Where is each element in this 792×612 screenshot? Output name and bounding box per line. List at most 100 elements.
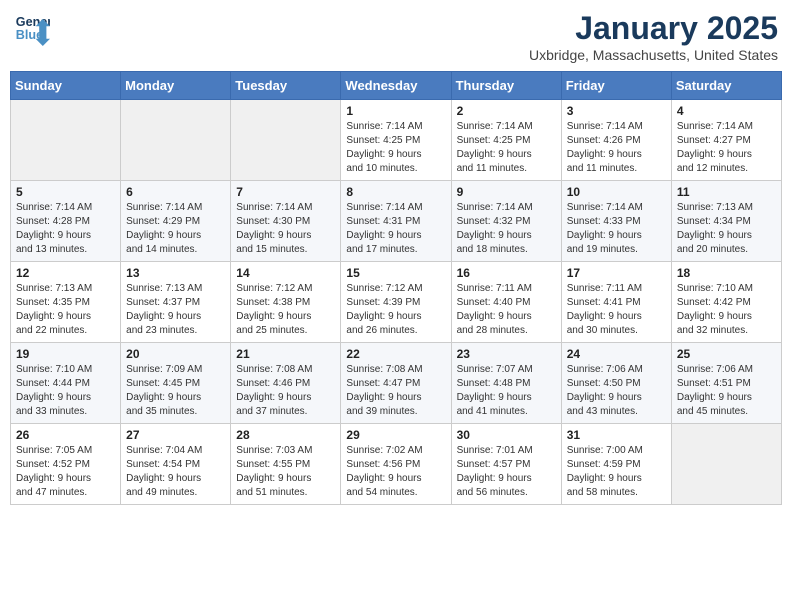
calendar-cell: 30 Sunrise: 7:01 AM Sunset: 4:57 PM Dayli… xyxy=(451,424,561,505)
day-number: 4 xyxy=(677,104,776,118)
calendar-cell: 3 Sunrise: 7:14 AM Sunset: 4:26 PM Daylig… xyxy=(561,100,671,181)
day-info: Sunrise: 7:01 AM Sunset: 4:57 PM Dayligh… xyxy=(457,444,556,500)
day-info: Sunrise: 7:14 AM Sunset: 4:26 PM Dayligh… xyxy=(567,120,666,176)
calendar-week-row: 1 Sunrise: 7:14 AM Sunset: 4:25 PM Daylig… xyxy=(11,100,782,181)
day-info: Sunrise: 7:13 AM Sunset: 4:35 PM Dayligh… xyxy=(16,282,115,338)
day-info: Sunrise: 7:00 AM Sunset: 4:59 PM Dayligh… xyxy=(567,444,666,500)
location: Uxbridge, Massachusetts, United States xyxy=(529,47,778,63)
day-number: 20 xyxy=(126,347,225,361)
day-number: 11 xyxy=(677,185,776,199)
day-info: Sunrise: 7:02 AM Sunset: 4:56 PM Dayligh… xyxy=(346,444,445,500)
calendar-cell xyxy=(121,100,231,181)
day-info: Sunrise: 7:06 AM Sunset: 4:51 PM Dayligh… xyxy=(677,363,776,419)
day-info: Sunrise: 7:14 AM Sunset: 4:27 PM Dayligh… xyxy=(677,120,776,176)
day-info: Sunrise: 7:11 AM Sunset: 4:41 PM Dayligh… xyxy=(567,282,666,338)
calendar-cell: 5Sunrise: 7:14 AM Sunset: 4:28 PM Daylig… xyxy=(11,181,121,262)
day-number: 27 xyxy=(126,428,225,442)
calendar-cell: 26Sunrise: 7:05 AM Sunset: 4:52 PM Dayli… xyxy=(11,424,121,505)
day-info: Sunrise: 7:14 AM Sunset: 4:32 PM Dayligh… xyxy=(457,201,556,257)
calendar-cell: 7 Sunrise: 7:14 AM Sunset: 4:30 PM Daylig… xyxy=(231,181,341,262)
calendar-cell: 10Sunrise: 7:14 AM Sunset: 4:33 PM Dayli… xyxy=(561,181,671,262)
day-number: 12 xyxy=(16,266,115,280)
logo: General Blue xyxy=(14,10,50,46)
day-number: 23 xyxy=(457,347,556,361)
calendar-cell: 15 Sunrise: 7:12 AM Sunset: 4:39 PM Dayli… xyxy=(341,262,451,343)
calendar-table: SundayMondayTuesdayWednesdayThursdayFrid… xyxy=(10,71,782,505)
weekday-header-row: SundayMondayTuesdayWednesdayThursdayFrid… xyxy=(11,72,782,100)
day-info: Sunrise: 7:12 AM Sunset: 4:38 PM Dayligh… xyxy=(236,282,335,338)
calendar-week-row: 26Sunrise: 7:05 AM Sunset: 4:52 PM Dayli… xyxy=(11,424,782,505)
day-info: Sunrise: 7:14 AM Sunset: 4:25 PM Dayligh… xyxy=(346,120,445,176)
day-info: Sunrise: 7:14 AM Sunset: 4:30 PM Dayligh… xyxy=(236,201,335,257)
calendar-cell xyxy=(231,100,341,181)
day-info: Sunrise: 7:10 AM Sunset: 4:42 PM Dayligh… xyxy=(677,282,776,338)
calendar-week-row: 5Sunrise: 7:14 AM Sunset: 4:28 PM Daylig… xyxy=(11,181,782,262)
calendar-cell: 14 Sunrise: 7:12 AM Sunset: 4:38 PM Dayli… xyxy=(231,262,341,343)
day-number: 28 xyxy=(236,428,335,442)
day-number: 8 xyxy=(346,185,445,199)
day-number: 29 xyxy=(346,428,445,442)
day-number: 26 xyxy=(16,428,115,442)
day-number: 6 xyxy=(126,185,225,199)
day-info: Sunrise: 7:14 AM Sunset: 4:31 PM Dayligh… xyxy=(346,201,445,257)
weekday-header: Monday xyxy=(121,72,231,100)
weekday-header: Sunday xyxy=(11,72,121,100)
day-number: 25 xyxy=(677,347,776,361)
day-number: 1 xyxy=(346,104,445,118)
weekday-header: Thursday xyxy=(451,72,561,100)
day-number: 5 xyxy=(16,185,115,199)
day-number: 3 xyxy=(567,104,666,118)
day-number: 14 xyxy=(236,266,335,280)
title-block: January 2025 Uxbridge, Massachusetts, Un… xyxy=(529,10,778,63)
day-info: Sunrise: 7:07 AM Sunset: 4:48 PM Dayligh… xyxy=(457,363,556,419)
day-info: Sunrise: 7:10 AM Sunset: 4:44 PM Dayligh… xyxy=(16,363,115,419)
calendar-cell: 1 Sunrise: 7:14 AM Sunset: 4:25 PM Daylig… xyxy=(341,100,451,181)
day-info: Sunrise: 7:13 AM Sunset: 4:34 PM Dayligh… xyxy=(677,201,776,257)
calendar-cell: 4 Sunrise: 7:14 AM Sunset: 4:27 PM Daylig… xyxy=(671,100,781,181)
calendar-week-row: 19 Sunrise: 7:10 AM Sunset: 4:44 PM Dayli… xyxy=(11,343,782,424)
day-number: 22 xyxy=(346,347,445,361)
day-number: 24 xyxy=(567,347,666,361)
day-info: Sunrise: 7:03 AM Sunset: 4:55 PM Dayligh… xyxy=(236,444,335,500)
day-number: 30 xyxy=(457,428,556,442)
day-number: 17 xyxy=(567,266,666,280)
day-number: 2 xyxy=(457,104,556,118)
calendar-cell: 24 Sunrise: 7:06 AM Sunset: 4:50 PM Dayli… xyxy=(561,343,671,424)
calendar-cell xyxy=(11,100,121,181)
calendar-cell: 12 Sunrise: 7:13 AM Sunset: 4:35 PM Dayli… xyxy=(11,262,121,343)
weekday-header: Tuesday xyxy=(231,72,341,100)
day-number: 18 xyxy=(677,266,776,280)
day-number: 31 xyxy=(567,428,666,442)
weekday-header: Wednesday xyxy=(341,72,451,100)
day-number: 19 xyxy=(16,347,115,361)
calendar-cell: 13Sunrise: 7:13 AM Sunset: 4:37 PM Dayli… xyxy=(121,262,231,343)
calendar-cell: 20Sunrise: 7:09 AM Sunset: 4:45 PM Dayli… xyxy=(121,343,231,424)
calendar-cell: 28 Sunrise: 7:03 AM Sunset: 4:55 PM Dayli… xyxy=(231,424,341,505)
calendar-cell xyxy=(671,424,781,505)
day-info: Sunrise: 7:11 AM Sunset: 4:40 PM Dayligh… xyxy=(457,282,556,338)
calendar-cell: 27Sunrise: 7:04 AM Sunset: 4:54 PM Dayli… xyxy=(121,424,231,505)
weekday-header: Saturday xyxy=(671,72,781,100)
calendar-cell: 18 Sunrise: 7:10 AM Sunset: 4:42 PM Dayli… xyxy=(671,262,781,343)
day-info: Sunrise: 7:14 AM Sunset: 4:25 PM Dayligh… xyxy=(457,120,556,176)
day-info: Sunrise: 7:08 AM Sunset: 4:47 PM Dayligh… xyxy=(346,363,445,419)
calendar-week-row: 12 Sunrise: 7:13 AM Sunset: 4:35 PM Dayli… xyxy=(11,262,782,343)
day-number: 16 xyxy=(457,266,556,280)
calendar-cell: 16 Sunrise: 7:11 AM Sunset: 4:40 PM Dayli… xyxy=(451,262,561,343)
month-title: January 2025 xyxy=(529,10,778,47)
calendar-cell: 31 Sunrise: 7:00 AM Sunset: 4:59 PM Dayli… xyxy=(561,424,671,505)
calendar-cell: 19 Sunrise: 7:10 AM Sunset: 4:44 PM Dayli… xyxy=(11,343,121,424)
day-number: 9 xyxy=(457,185,556,199)
day-number: 15 xyxy=(346,266,445,280)
logo-icon: General Blue xyxy=(14,10,50,46)
calendar-cell: 8 Sunrise: 7:14 AM Sunset: 4:31 PM Daylig… xyxy=(341,181,451,262)
calendar-cell: 6Sunrise: 7:14 AM Sunset: 4:29 PM Daylig… xyxy=(121,181,231,262)
day-number: 10 xyxy=(567,185,666,199)
page-header: General Blue January 2025 Uxbridge, Mass… xyxy=(10,10,782,63)
calendar-cell: 23 Sunrise: 7:07 AM Sunset: 4:48 PM Dayli… xyxy=(451,343,561,424)
day-info: Sunrise: 7:12 AM Sunset: 4:39 PM Dayligh… xyxy=(346,282,445,338)
calendar-cell: 29 Sunrise: 7:02 AM Sunset: 4:56 PM Dayli… xyxy=(341,424,451,505)
calendar-cell: 17 Sunrise: 7:11 AM Sunset: 4:41 PM Dayli… xyxy=(561,262,671,343)
day-number: 7 xyxy=(236,185,335,199)
day-info: Sunrise: 7:06 AM Sunset: 4:50 PM Dayligh… xyxy=(567,363,666,419)
